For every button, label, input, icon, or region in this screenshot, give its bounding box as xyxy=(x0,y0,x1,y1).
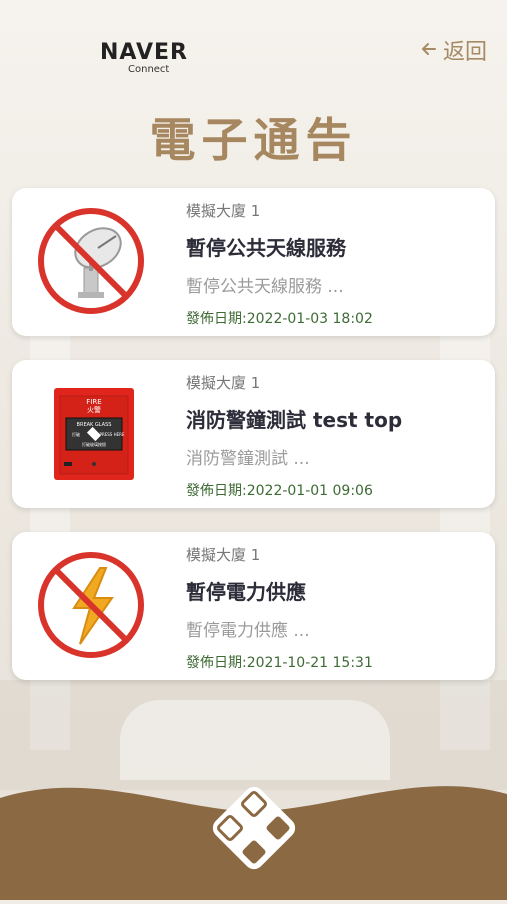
back-button[interactable]: 返回 xyxy=(421,36,487,65)
notice-summary: 暫停公共天線服務 ... xyxy=(186,277,344,297)
notice-title: 暫停公共天線服務 xyxy=(186,236,346,260)
notice-title: 消防警鐘測試 test top xyxy=(186,408,403,432)
break-glass-label: BREAK GLASS xyxy=(77,422,112,428)
home-menu-button[interactable] xyxy=(206,780,302,876)
press-right-label: PRESS HERE xyxy=(100,432,125,437)
fire-alarm-icon: FIRE 火警 BREAK GLASS 打破 PRESS HERE 打破玻璃按鈕 xyxy=(36,378,146,488)
header: NAVER Connect 返回 電子通告 xyxy=(0,0,507,180)
publish-date: 發佈日期:2022-01-03 18:02 xyxy=(186,311,373,327)
notice-card[interactable]: FIRE 火警 BREAK GLASS 打破 PRESS HERE 打破玻璃按鈕… xyxy=(12,360,495,508)
no-electricity-icon xyxy=(36,550,146,660)
publish-date: 發佈日期:2022-01-01 09:06 xyxy=(186,483,373,499)
logo-sub-text: Connect xyxy=(128,64,170,75)
building-name: 模擬大廈 1 xyxy=(186,374,261,392)
no-antenna-icon xyxy=(36,206,146,316)
button-label: 打破玻璃按鈕 xyxy=(82,441,106,447)
fire-label-zh: 火警 xyxy=(87,405,101,414)
page-title: 電子通告 xyxy=(149,113,358,167)
fire-label: FIRE xyxy=(86,398,101,406)
notice-card[interactable]: 模擬大廈 1 暫停電力供應 暫停電力供應 ... 發佈日期:2021-10-21… xyxy=(12,532,495,680)
building-name: 模擬大廈 1 xyxy=(186,202,261,220)
notice-summary: 暫停電力供應 ... xyxy=(186,621,310,641)
press-left-label: 打破 xyxy=(72,431,80,437)
naver-connect-logo: NAVER Connect xyxy=(100,40,200,80)
building-name: 模擬大廈 1 xyxy=(186,546,261,564)
notice-card[interactable]: 模擬大廈 1 暫停公共天線服務 暫停公共天線服務 ... 發佈日期:2022-0… xyxy=(12,188,495,336)
notice-summary: 消防警鐘測試 ... xyxy=(186,449,310,469)
publish-date: 發佈日期:2021-10-21 15:31 xyxy=(186,655,373,671)
grid-menu-icon xyxy=(212,786,296,870)
notice-title: 暫停電力供應 xyxy=(186,580,306,604)
logo-main-text: NAVER xyxy=(100,40,188,65)
back-label: 返回 xyxy=(442,40,487,65)
arrow-left-icon xyxy=(421,38,437,62)
